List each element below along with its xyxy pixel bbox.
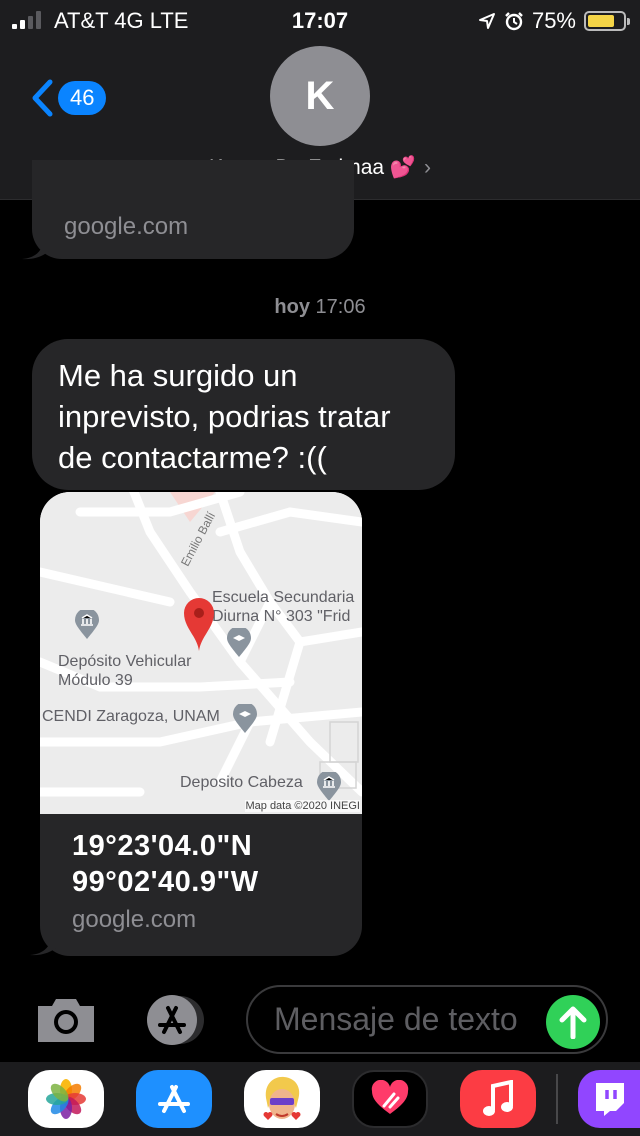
alarm-clock-icon [505,12,523,31]
longitude: 99°02'40.9"W [72,866,259,898]
latitude: 19°23'04.0"N [72,830,253,862]
school-label-line1: Escuela Secundaria [212,589,355,606]
send-button[interactable] [546,995,600,1049]
museum-marker-icon-2 [317,772,341,801]
twitch-app-button[interactable] [578,1070,640,1128]
app-store-app-button[interactable] [136,1070,212,1128]
music-app-button[interactable] [460,1070,536,1128]
school-marker-icon [227,628,251,657]
status-right: 75% [478,8,630,34]
drawer-separator [556,1074,558,1124]
contact-avatar[interactable]: K [270,46,370,146]
link-domain: google.com [72,906,197,933]
incoming-message-bubble[interactable]: Me ha surgido un inprevisto, podrias tra… [32,339,455,490]
deposit-label-line2: Módulo 39 [58,672,133,689]
location-details: 19°23'04.0"N 99°02'40.9"W google.com [72,828,259,934]
school-label: Escuela Secundaria Diurna N° 303 "Frid [212,588,354,626]
chevron-right-icon: › [424,156,432,179]
deposito-cabeza-label: Deposito Cabeza [180,774,303,791]
message-input[interactable]: Mensaje de texto [246,985,608,1054]
bubble-tail [30,932,58,956]
bubble-tail [22,236,50,260]
link-domain: google.com [64,213,189,240]
deposit-label-line1: Depósito Vehicular [58,653,192,670]
photos-app-icon [46,1079,86,1119]
map-preview[interactable]: Emilio Ballí Escuela Secundaria Diurna N… [40,492,362,814]
photos-app-button[interactable] [28,1070,104,1128]
previous-link-bubble[interactable]: google.com [32,160,354,259]
message-input-placeholder: Mensaje de texto [274,1001,518,1037]
chevron-left-icon [32,79,53,117]
imessage-app-drawer [0,1062,640,1136]
app-store-icon [158,1085,190,1113]
memoji-icon [263,1076,301,1120]
digital-touch-icon [371,1080,409,1114]
memoji-app-button[interactable] [244,1070,320,1128]
app-store-button[interactable] [142,994,212,1046]
back-button[interactable]: 46 [30,78,107,118]
digital-touch-app-button[interactable] [352,1070,428,1128]
music-note-icon [483,1080,513,1116]
message-timestamp: hoy 17:06 [0,296,640,319]
location-arrow-icon [478,13,495,29]
map-attribution: Map data ©2020 INEGI [245,800,360,812]
battery-icon [584,11,630,31]
camera-button[interactable] [34,996,98,1044]
arrow-up-icon [559,1006,587,1039]
deposit-vehicular-label: Depósito Vehicular Módulo 39 [58,652,191,690]
timestamp-time: 17:06 [315,296,366,318]
camera-icon [38,999,94,1042]
app-store-icon [147,995,204,1045]
unread-count-badge: 46 [58,81,107,115]
location-link-card[interactable]: Emilio Ballí Escuela Secundaria Diurna N… [40,492,362,956]
museum-marker-icon [75,610,99,639]
cendi-label: CENDI Zaragoza, UNAM [42,708,220,725]
school-marker-icon-2 [233,704,257,733]
twitch-icon [596,1083,624,1116]
location-pin-icon [184,598,214,651]
timestamp-day: hoy [274,296,310,318]
school-label-line2: Diurna N° 303 "Frid [212,608,351,625]
status-bar: AT&T 4G LTE 17:07 75% [0,0,640,40]
battery-percent: 75% [531,8,576,33]
